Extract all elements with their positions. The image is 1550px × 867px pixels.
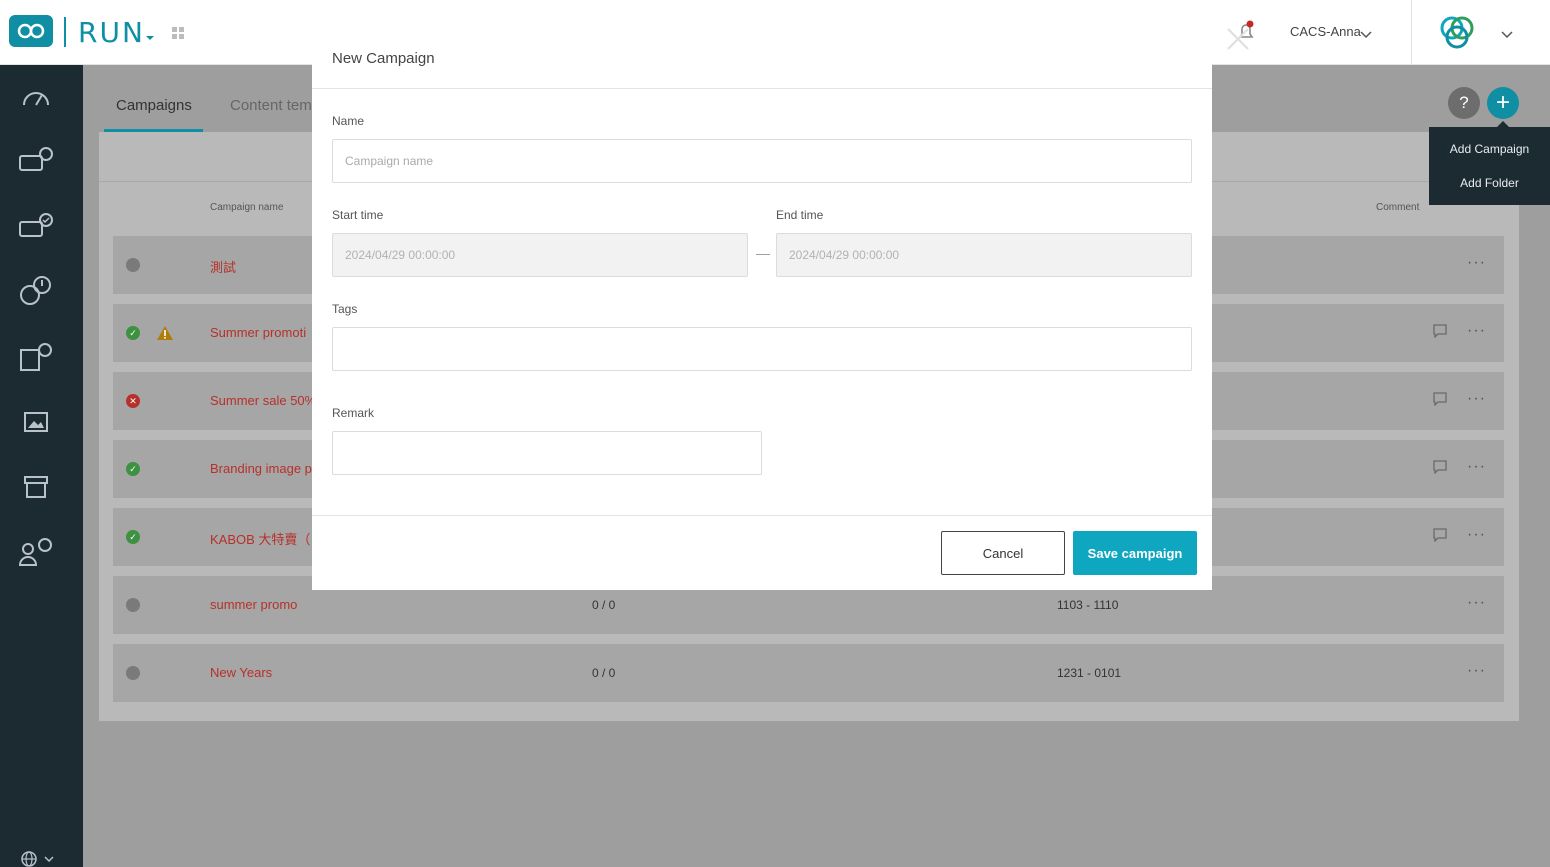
tab-campaigns[interactable]: Campaigns <box>116 97 192 114</box>
save-campaign-button[interactable]: Save campaign <box>1073 531 1197 575</box>
cancel-button[interactable]: Cancel <box>941 531 1065 575</box>
status-error-icon: ✕ <box>126 394 140 408</box>
campaign-count: 0 / 0 <box>592 666 616 680</box>
status-active-icon: ✓ <box>126 326 140 340</box>
more-options-icon[interactable]: ··· <box>1467 594 1486 612</box>
user-name[interactable]: CACS-Anna <box>1290 24 1361 39</box>
status-active-icon: ✓ <box>126 530 140 544</box>
close-modal-icon[interactable] <box>1225 26 1251 57</box>
divider <box>312 88 1212 89</box>
dashboard-gauge-icon[interactable] <box>18 78 54 114</box>
app-grid-icon[interactable] <box>172 26 184 44</box>
more-options-icon[interactable]: ··· <box>1467 254 1486 272</box>
more-options-icon[interactable]: ··· <box>1467 526 1486 544</box>
campaign-date-range: 1103 - 1110 <box>1057 598 1119 612</box>
status-inactive-icon <box>126 598 140 612</box>
archive-box-icon[interactable] <box>18 469 54 505</box>
remark-label: Remark <box>332 406 375 420</box>
table-row[interactable]: New Years 0 / 0 1231 - 0101 ··· <box>113 644 1504 702</box>
column-header-comment[interactable]: Comment <box>1376 202 1419 213</box>
comment-icon[interactable] <box>1432 528 1448 547</box>
more-options-icon[interactable]: ··· <box>1467 458 1486 476</box>
tab-content-templates[interactable]: Content tem <box>230 97 312 114</box>
more-options-icon[interactable]: ··· <box>1467 390 1486 408</box>
campaign-name[interactable]: Summer promoti <box>210 325 306 340</box>
menu-item-add-campaign[interactable]: Add Campaign <box>1429 142 1550 156</box>
more-options-icon[interactable]: ··· <box>1467 322 1486 340</box>
campaign-name-input[interactable]: Campaign name <box>332 139 1192 183</box>
campaign-name[interactable]: KABOB 大特賣（ <box>210 529 310 548</box>
logo-divider <box>64 17 66 47</box>
chevron-down-icon <box>44 856 54 862</box>
campaign-check-icon[interactable] <box>18 208 54 244</box>
range-separator: — <box>756 245 770 261</box>
status-inactive-icon <box>126 666 140 680</box>
campaign-name[interactable]: Summer sale 50% <box>210 393 316 408</box>
remark-input[interactable] <box>332 431 762 475</box>
language-selector[interactable] <box>20 850 54 867</box>
campaign-settings-icon[interactable] <box>18 142 54 178</box>
chevron-down-icon[interactable] <box>1360 26 1372 44</box>
report-settings-icon[interactable] <box>18 339 54 375</box>
app-name[interactable]: RUN <box>78 16 145 49</box>
new-campaign-modal: New Campaign Name Campaign name Start ti… <box>312 29 1212 590</box>
campaign-name[interactable]: 測試 <box>210 257 236 276</box>
image-library-icon[interactable] <box>18 404 54 440</box>
start-time-label: Start time <box>332 208 384 222</box>
end-time-input[interactable]: 2024/04/29 00:00:00 <box>776 233 1192 277</box>
org-logo-icon[interactable] <box>1437 14 1477 55</box>
app-logo[interactable] <box>9 15 53 47</box>
campaign-name[interactable]: summer promo <box>210 597 297 612</box>
help-button[interactable]: ? <box>1448 87 1480 119</box>
infinity-icon <box>17 23 45 39</box>
header-divider <box>1411 0 1412 65</box>
caret-down-icon[interactable] <box>145 28 155 46</box>
tags-label: Tags <box>332 302 358 316</box>
end-time-label: End time <box>776 208 824 222</box>
comment-icon[interactable] <box>1432 392 1448 411</box>
campaign-date-range: 1231 - 0101 <box>1057 666 1122 680</box>
add-dropdown-menu: Add Campaign Add Folder <box>1429 127 1550 205</box>
campaign-name[interactable]: Branding image p <box>210 461 312 476</box>
globe-icon <box>21 851 37 867</box>
divider <box>312 515 1212 516</box>
start-time-input[interactable]: 2024/04/29 00:00:00 <box>332 233 748 277</box>
status-inactive-icon <box>126 258 140 272</box>
status-active-icon: ✓ <box>126 462 140 476</box>
column-header-campaign-name[interactable]: Campaign name <box>210 202 283 213</box>
add-button[interactable]: + <box>1487 87 1519 119</box>
name-label: Name <box>332 114 365 128</box>
comment-icon[interactable] <box>1432 324 1448 343</box>
menu-item-add-folder[interactable]: Add Folder <box>1429 176 1550 190</box>
more-options-icon[interactable]: ··· <box>1467 662 1486 680</box>
sidebar <box>0 65 83 867</box>
comment-icon[interactable] <box>1432 460 1448 479</box>
campaign-name[interactable]: New Years <box>210 665 272 680</box>
warning-icon <box>156 325 174 346</box>
alert-history-icon[interactable] <box>18 273 54 309</box>
campaign-count: 0 / 0 <box>592 598 616 612</box>
tags-input[interactable] <box>332 327 1192 371</box>
user-settings-icon[interactable] <box>18 534 54 570</box>
chevron-down-icon[interactable] <box>1501 26 1513 44</box>
modal-title: New Campaign <box>332 50 435 67</box>
